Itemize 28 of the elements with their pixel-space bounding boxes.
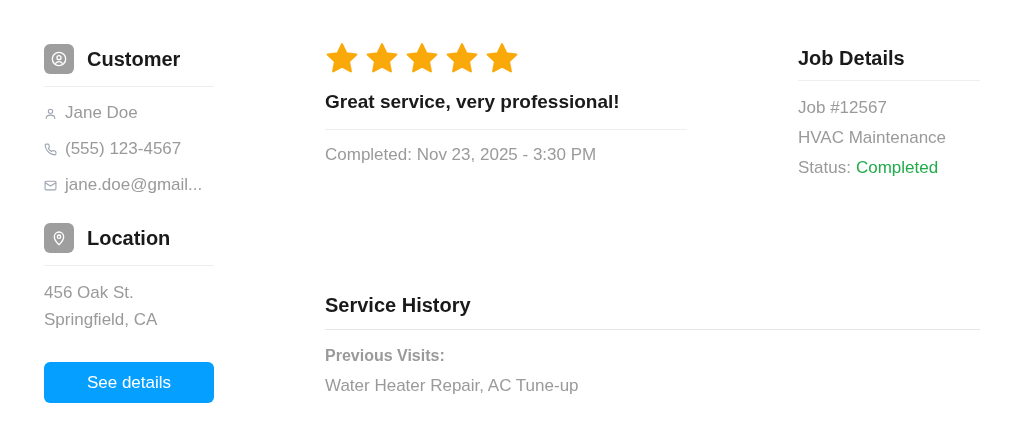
contact-text: (555) 123-4567 [65, 138, 182, 161]
address-line: Springfield, CA [44, 309, 159, 331]
section-title: Customer [87, 47, 181, 72]
mail-icon [44, 178, 57, 192]
job-number: Job #12567 [798, 97, 888, 119]
phone-icon [44, 142, 57, 156]
review-comment: Great service, very professional! [325, 90, 621, 114]
section-title: Location [87, 226, 171, 251]
star-icon [445, 42, 479, 74]
contact-text: jane.doe@gmail... [65, 174, 203, 197]
service-type: HVAC Maintenance [798, 127, 948, 149]
star-icon [405, 42, 439, 74]
status-label: Status: [798, 157, 851, 179]
location-pin-icon [44, 223, 74, 253]
star-icon [485, 42, 519, 74]
status-value: Completed [855, 157, 939, 179]
contact-text: Jane Doe [65, 102, 138, 125]
section-title: Job Details [798, 46, 906, 71]
previous-visits-text: Water Heater Repair, AC Tune-up [325, 375, 580, 397]
user-icon [44, 44, 74, 74]
star-icon [325, 42, 359, 74]
previous-visits-label: Previous Visits: [325, 346, 446, 366]
star-icon [365, 42, 399, 74]
see-details-button[interactable]: See details [44, 362, 214, 403]
person-icon [44, 106, 57, 120]
section-title: Service History [325, 293, 472, 318]
completed-date: Completed: Nov 23, 2025 - 3:30 PM [325, 143, 598, 166]
address-line: 456 Oak St. [44, 282, 135, 304]
